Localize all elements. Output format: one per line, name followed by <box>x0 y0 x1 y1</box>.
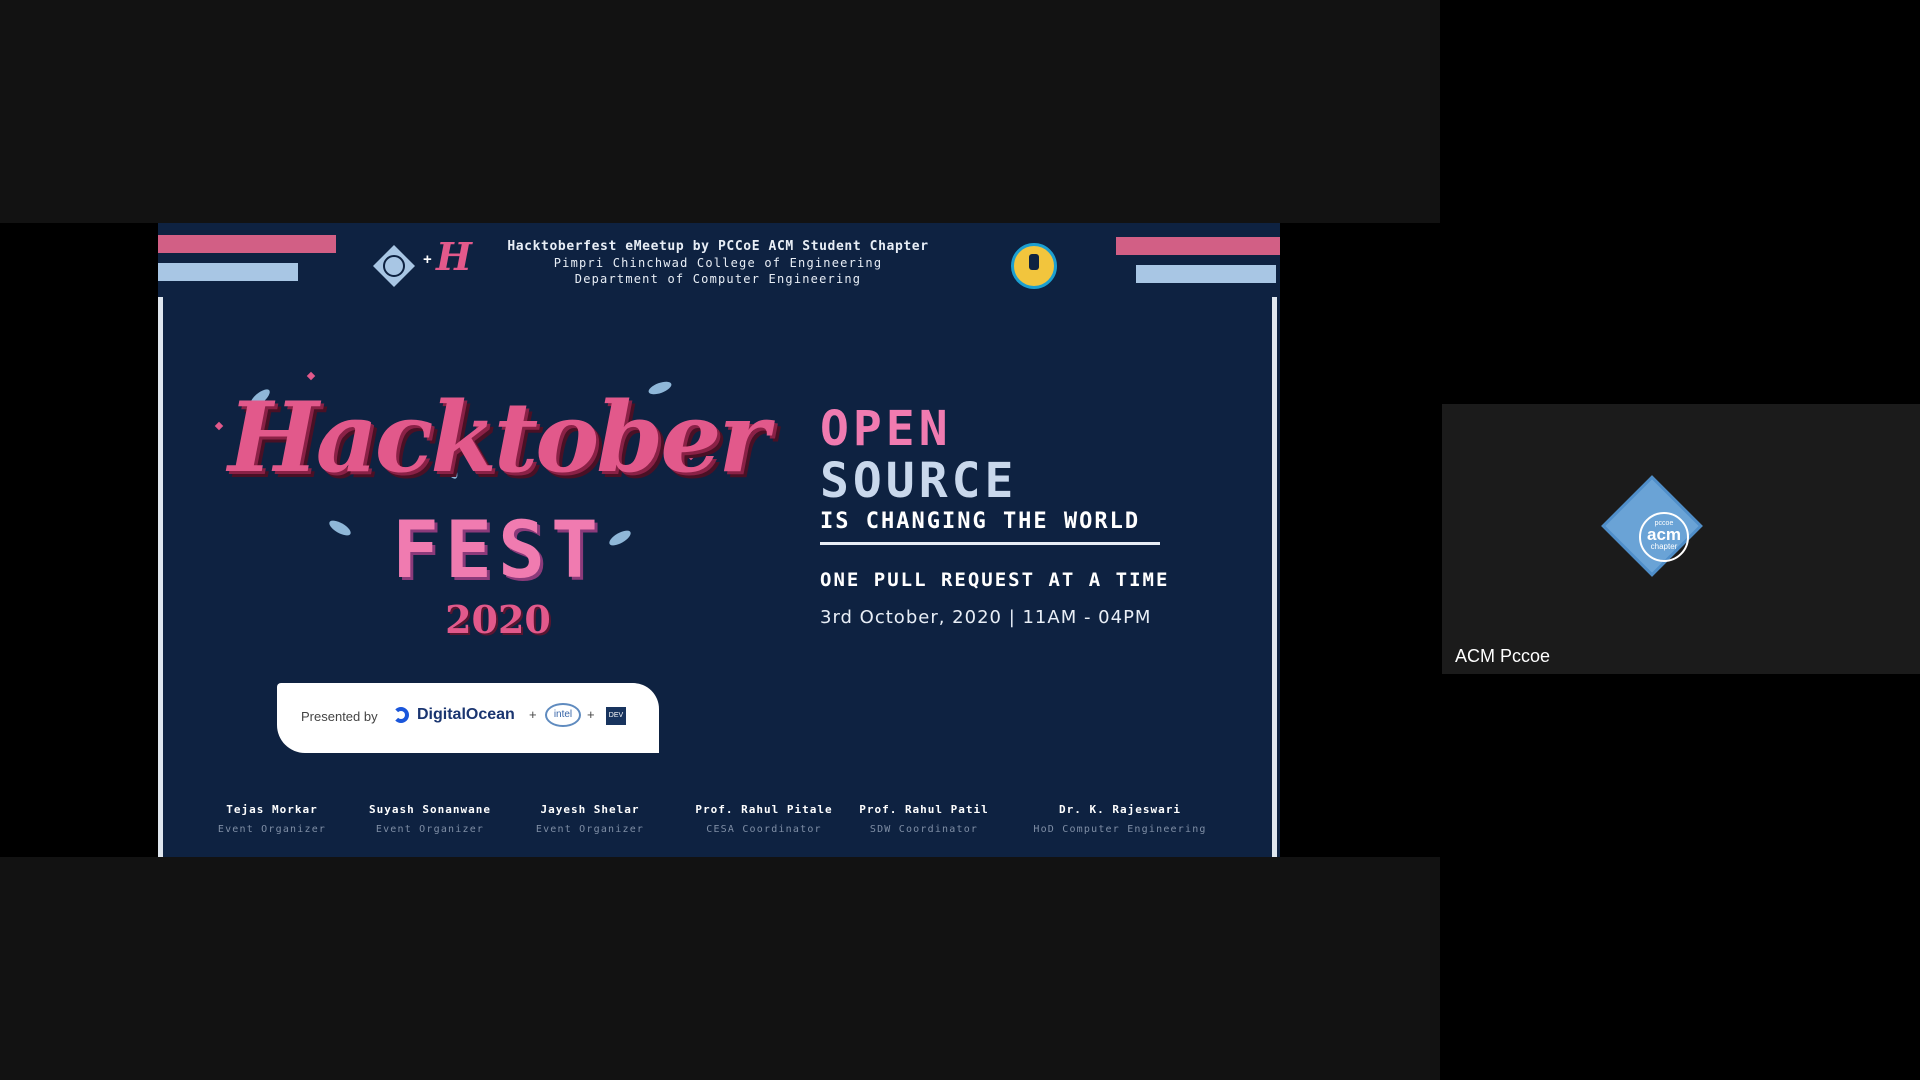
pull-request-line: ONE PULL REQUEST AT A TIME <box>820 569 1170 591</box>
intel-logo: intel <box>545 703 581 727</box>
hacktober-script-title: Hacktober <box>228 381 769 494</box>
hacktoberfest-h-logo: H <box>436 234 472 279</box>
sparkle-decoration <box>214 421 224 431</box>
header-bar-blue-right <box>1136 265 1276 283</box>
year-title: 2020 <box>445 597 551 642</box>
organizer-card: Prof. Rahul Pitale CESA Coordinator <box>679 803 849 835</box>
header-bar-pink-left <box>158 235 336 253</box>
header-text: Hacktoberfest eMeetup by PCCoE ACM Stude… <box>478 239 958 287</box>
organizers-row: Tejas Morkar Event Organizer Suyash Sona… <box>158 803 1280 853</box>
organizer-card: Dr. K. Rajeswari HoD Computer Engineerin… <box>1020 803 1220 835</box>
dev-logo: DEV <box>606 707 626 725</box>
header-title: Hacktoberfest eMeetup by PCCoE ACM Stude… <box>507 239 929 254</box>
organizer-card: Prof. Rahul Patil SDW Coordinator <box>839 803 1009 835</box>
organizer-role: Event Organizer <box>535 824 645 835</box>
organizer-role: HoD Computer Engineering <box>1033 824 1207 835</box>
organizer-name: Tejas Morkar <box>226 803 318 816</box>
frame-line-left <box>158 297 163 857</box>
header-plus: + <box>423 251 432 268</box>
presented-by-label: Presented by <box>301 709 378 724</box>
presentation-slide: + H Hacktoberfest eMeetup by PCCoE ACM S… <box>158 223 1280 857</box>
organizer-role: SDW Coordinator <box>869 824 979 835</box>
acm-logo-icon <box>373 245 415 287</box>
organizer-name: Suyash Sonanwane <box>369 803 491 816</box>
organizer-role: Event Organizer <box>217 824 327 835</box>
logo-mid-text: acm <box>1646 525 1682 544</box>
acm-chapter-logo-text: pccoe acm chapter <box>1639 512 1689 562</box>
hacktoberfest-artwork: Hacktober FEST 2020 <box>208 363 769 673</box>
header-bar-pink-right <box>1116 237 1280 255</box>
organizer-name: Dr. K. Rajeswari <box>1059 803 1181 816</box>
header-bar-blue-left <box>158 263 298 281</box>
tagline-block: OPEN SOURCE IS CHANGING THE WORLD ONE PU… <box>820 403 1170 628</box>
tagline-divider <box>820 542 1160 545</box>
organizer-name: Jayesh Shelar <box>540 803 640 816</box>
letterbox-top <box>0 0 1440 223</box>
participant-tile[interactable]: pccoe acm chapter ACM Pccoe <box>1442 404 1920 674</box>
sponsor-plus: + <box>587 707 595 722</box>
organizer-role: CESA Coordinator <box>706 824 822 835</box>
letterbox-bottom <box>0 857 1440 1080</box>
participant-name: ACM Pccoe <box>1455 646 1551 666</box>
organizer-card: Suyash Sonanwane Event Organizer <box>345 803 515 835</box>
frame-line-right <box>1272 297 1277 857</box>
fest-pixel-title: FEST <box>392 506 604 596</box>
organizer-role: Event Organizer <box>375 824 485 835</box>
source-word: SOURCE <box>820 453 1018 509</box>
open-source-heading: OPEN SOURCE <box>820 403 1170 507</box>
open-word: OPEN <box>820 401 952 457</box>
sponsor-plus: + <box>529 707 537 722</box>
organizer-card: Tejas Morkar Event Organizer <box>187 803 357 835</box>
sparkle-decoration <box>306 371 316 381</box>
organizer-name: Prof. Rahul Patil <box>859 803 989 816</box>
sponsors-banner: Presented by DigitalOcean + intel + DEV <box>277 683 659 753</box>
shared-screen-area: + H Hacktoberfest eMeetup by PCCoE ACM S… <box>0 0 1440 1080</box>
digitalocean-label: DigitalOcean <box>417 706 515 723</box>
event-date: 3rd October, 2020 | 11AM - 04PM <box>820 607 1152 628</box>
college-badge-icon <box>1011 243 1057 289</box>
leaf-decoration <box>327 517 353 539</box>
changing-world-line: IS CHANGING THE WORLD <box>820 509 1141 534</box>
header-department: Department of Computer Engineering <box>574 272 862 286</box>
header-college: Pimpri Chinchwad College of Engineering <box>553 256 883 270</box>
organizer-name: Prof. Rahul Pitale <box>695 803 833 816</box>
digitalocean-icon <box>393 707 409 723</box>
organizer-card: Jayesh Shelar Event Organizer <box>505 803 675 835</box>
